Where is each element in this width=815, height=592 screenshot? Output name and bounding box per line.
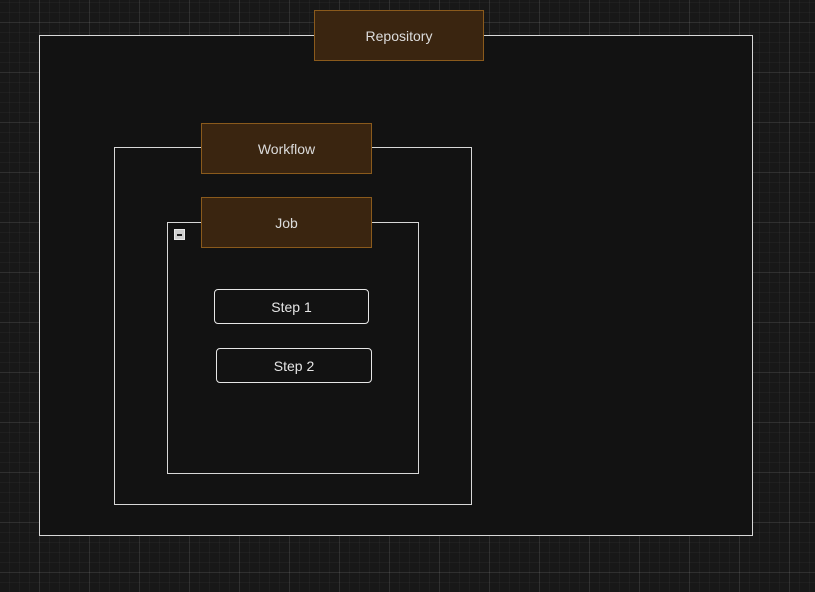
workflow-label-text: Workflow	[257, 140, 316, 157]
job-label-text: Job	[275, 214, 298, 231]
job-label[interactable]: Job	[201, 197, 372, 248]
step-2-label: Step 2	[273, 357, 315, 374]
step-2-node[interactable]: Step 2	[216, 348, 372, 383]
workflow-label[interactable]: Workflow	[201, 123, 372, 174]
step-1-node[interactable]: Step 1	[214, 289, 369, 324]
repository-label-text: Repository	[365, 27, 433, 44]
repository-label[interactable]: Repository	[314, 10, 484, 61]
collapse-minus-icon[interactable]	[174, 229, 185, 240]
step-1-label: Step 1	[271, 298, 312, 315]
